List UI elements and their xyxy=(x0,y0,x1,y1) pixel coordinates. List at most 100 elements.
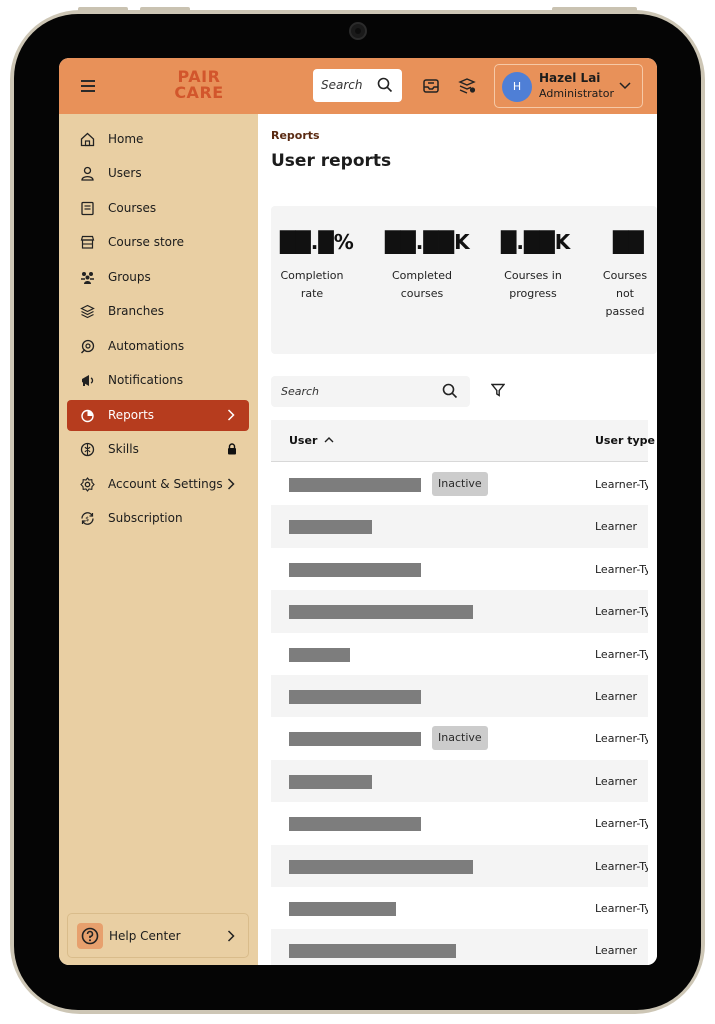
sidebar-item-home[interactable]: Home xyxy=(67,124,249,155)
redacted-user-name[interactable] xyxy=(289,944,456,959)
sidebar-item-label: Courses xyxy=(108,201,157,215)
status-badge: Inactive xyxy=(432,472,488,496)
user-type-cell: Learner-Type xyxy=(595,817,648,831)
stat-label: Courses not passed xyxy=(602,269,648,318)
user-type-cell: Learner-Type xyxy=(595,605,648,619)
svg-text:$: $ xyxy=(85,516,89,523)
courses-switch-icon[interactable] xyxy=(457,76,477,96)
gear-icon xyxy=(80,477,95,492)
lock-icon xyxy=(228,443,236,455)
stats-panel: ██.█% Completion rate ██.██K Completed c… xyxy=(271,206,657,354)
redacted-user-name[interactable] xyxy=(289,774,372,789)
stat-value: ██.█% xyxy=(280,230,354,254)
redacted-user-name[interactable] xyxy=(289,478,421,492)
table-row[interactable]: Learner xyxy=(271,759,648,803)
user-name: Hazel Lai xyxy=(539,71,601,85)
main-content: Reports User reports ██.█% Completion ra… xyxy=(258,114,657,965)
stat-label: Completed courses xyxy=(392,269,452,300)
book-icon xyxy=(81,201,94,216)
megaphone-icon xyxy=(82,375,94,386)
subscription-icon: $ xyxy=(81,512,94,525)
user-role: Administrator xyxy=(539,87,614,100)
user-type-cell: Learner xyxy=(595,520,638,534)
table-row[interactable]: Learner-Type xyxy=(271,633,648,675)
avatar: H xyxy=(502,72,532,102)
app-logo[interactable]: PAIR CARE xyxy=(172,69,226,105)
sidebar-item-label: Skills xyxy=(108,442,139,456)
redacted-user-name[interactable] xyxy=(289,859,473,874)
table-row[interactable]: Learner-Type xyxy=(271,802,648,844)
sidebar-item-automations[interactable]: Automations xyxy=(67,331,249,362)
sidebar-item-label: Automations xyxy=(108,339,185,353)
column-header-user[interactable]: User xyxy=(289,434,317,447)
sidebar-item-label: Notifications xyxy=(108,373,184,387)
redacted-user-name[interactable] xyxy=(289,562,421,577)
redacted-user-name[interactable] xyxy=(289,647,350,662)
sidebar-item-course-store[interactable]: Course store xyxy=(67,227,249,258)
stat-label: Completion rate xyxy=(280,269,344,300)
sidebar: Home Users Courses Course store Groups B… xyxy=(59,114,258,965)
camera-icon xyxy=(349,22,367,40)
sidebar-item-label: Reports xyxy=(108,408,155,422)
sidebar-item-label: Groups xyxy=(108,270,151,284)
redacted-user-name[interactable] xyxy=(289,901,396,916)
pie-chart-icon xyxy=(81,409,94,423)
redacted-user-name[interactable] xyxy=(289,689,421,704)
user-type-cell: Learner xyxy=(595,944,638,958)
table-row[interactable]: Learner-Type xyxy=(271,590,648,633)
stat-value: █.██K xyxy=(501,230,571,254)
table-row[interactable]: Inactive Learner-Type xyxy=(271,717,648,759)
report-search-input[interactable]: Search xyxy=(271,376,470,407)
sidebar-item-label: Subscription xyxy=(108,511,183,525)
sidebar-item-subscription[interactable]: $ Subscription xyxy=(67,503,249,534)
automations-icon xyxy=(81,339,95,354)
user-type-cell: Learner-Type xyxy=(595,562,648,576)
table-row[interactable]: Learner xyxy=(271,929,648,965)
column-header-user-type[interactable]: User type xyxy=(595,434,655,447)
top-bar: PAIR CARE Search H Hazel Lai Administrat… xyxy=(59,58,657,114)
redacted-user-name[interactable] xyxy=(289,817,421,832)
user-menu[interactable]: H Hazel Lai Administrator xyxy=(494,64,643,108)
stat-value: ██.██K xyxy=(385,230,470,254)
sidebar-item-courses[interactable]: Courses xyxy=(67,193,249,224)
sidebar-item-skills[interactable]: Skills xyxy=(67,434,249,465)
breadcrumb[interactable]: Reports xyxy=(271,129,320,142)
branches-icon xyxy=(80,304,95,319)
sidebar-item-groups[interactable]: Groups xyxy=(67,262,249,293)
table-header: User User type xyxy=(271,420,655,462)
sort-ascending-icon[interactable] xyxy=(324,436,334,443)
search-placeholder: Search xyxy=(281,385,320,398)
hamburger-menu-icon[interactable] xyxy=(81,80,95,92)
sidebar-item-account-settings[interactable]: Account & Settings xyxy=(67,469,249,500)
search-icon xyxy=(442,383,458,399)
filter-icon[interactable] xyxy=(491,383,505,397)
table-row[interactable]: Learner xyxy=(271,505,648,548)
user-type-cell: Learner-Type xyxy=(595,478,648,491)
sidebar-item-notifications[interactable]: Notifications xyxy=(67,365,249,396)
global-search[interactable]: Search xyxy=(313,69,402,102)
logo-line-2: CARE xyxy=(174,83,224,102)
skills-icon xyxy=(80,442,95,457)
redacted-user-name[interactable] xyxy=(289,520,372,535)
user-type-cell: Learner-Type xyxy=(595,859,648,873)
user-type-cell: Learner-Type xyxy=(595,732,648,746)
sidebar-item-reports[interactable]: Reports xyxy=(67,400,249,431)
user-type-cell: Learner xyxy=(595,774,638,788)
chevron-right-icon xyxy=(227,478,235,490)
inbox-icon[interactable] xyxy=(421,76,441,96)
table-row[interactable]: Learner-Type xyxy=(271,548,648,590)
table-row[interactable]: Inactive Learner-Type xyxy=(271,463,648,505)
help-center-label: Help Center xyxy=(109,929,181,943)
sidebar-item-branches[interactable]: Branches xyxy=(67,296,249,327)
groups-icon xyxy=(81,272,94,284)
page-title: User reports xyxy=(271,151,392,171)
sidebar-item-label: Home xyxy=(108,132,144,146)
table-row[interactable]: Learner xyxy=(271,674,648,718)
table-row[interactable]: Learner-Type xyxy=(271,844,648,887)
stat-label: Courses in progress xyxy=(504,269,562,300)
table-row[interactable]: Learner-Type xyxy=(271,887,648,929)
help-center-button[interactable]: Help Center xyxy=(67,913,249,958)
sidebar-item-users[interactable]: Users xyxy=(67,158,249,189)
redacted-user-name[interactable] xyxy=(289,732,421,747)
redacted-user-name[interactable] xyxy=(289,605,473,620)
